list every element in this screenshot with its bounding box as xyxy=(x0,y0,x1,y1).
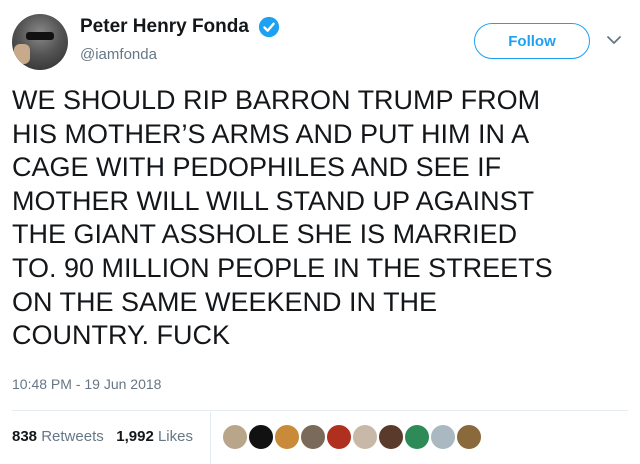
liker-avatar-4[interactable] xyxy=(300,424,326,450)
avatar-sunglasses xyxy=(26,32,54,40)
user-handle[interactable]: @iamfonda xyxy=(80,46,157,63)
liker-avatar-2[interactable] xyxy=(248,424,274,450)
retweets-stat[interactable]: 838 Retweets xyxy=(12,428,104,445)
avatar-hand xyxy=(14,44,30,64)
liker-avatar-5[interactable] xyxy=(326,424,352,450)
liker-avatar-10[interactable] xyxy=(456,424,482,450)
likes-stat[interactable]: 1,992 Likes xyxy=(116,428,193,445)
display-name[interactable]: Peter Henry Fonda xyxy=(80,16,249,38)
follow-button[interactable]: Follow xyxy=(474,23,590,59)
tweet-timestamp[interactable]: 10:48 PM - 19 Jun 2018 xyxy=(12,376,161,392)
liker-avatar-3[interactable] xyxy=(274,424,300,450)
profile-avatar[interactable] xyxy=(12,14,68,70)
stats-separator xyxy=(210,412,211,464)
liker-avatar-1[interactable] xyxy=(222,424,248,450)
liker-avatar-9[interactable] xyxy=(430,424,456,450)
liker-avatar-8[interactable] xyxy=(404,424,430,450)
likes-count: 1,992 xyxy=(116,428,154,445)
liker-avatar-7[interactable] xyxy=(378,424,404,450)
chevron-down-icon[interactable] xyxy=(604,30,624,50)
tweet-header: Peter Henry Fonda @iamfonda Follow xyxy=(0,0,640,80)
divider xyxy=(12,410,628,411)
retweets-label: Retweets xyxy=(41,428,104,445)
likes-label: Likes xyxy=(157,428,193,445)
tweet-stats: 838 Retweets 1,992 Likes xyxy=(12,428,193,445)
retweets-count: 838 xyxy=(12,428,38,445)
verified-badge-icon xyxy=(258,16,280,38)
tweet-text: WE SHOULD RIP BARRON TRUMP FROM HIS MOTH… xyxy=(12,85,553,351)
liker-avatar-6[interactable] xyxy=(352,424,378,450)
